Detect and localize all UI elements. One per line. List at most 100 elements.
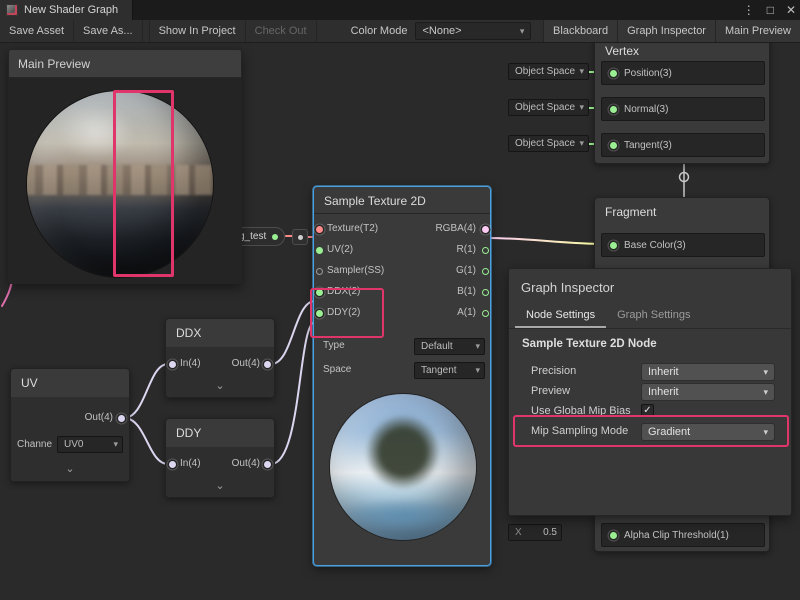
ddy-in-port[interactable] bbox=[169, 461, 176, 468]
position-label: Position(3) bbox=[624, 68, 672, 79]
main-preview-toggle[interactable]: Main Preview bbox=[715, 20, 800, 42]
show-in-project-label: Show In Project bbox=[159, 25, 236, 37]
position-port[interactable]: Position(3) bbox=[601, 61, 765, 85]
toolbar-toggles: Blackboard Graph Inspector Main Preview bbox=[543, 20, 800, 42]
vertex-node[interactable]: Vertex Position(3) Normal(3) Tangent(3) bbox=[594, 36, 770, 164]
edge-uv-to-ddy[interactable] bbox=[124, 418, 168, 464]
mip-mode-row: Mip Sampling Mode Gradient ▾ bbox=[509, 422, 791, 442]
uv-channel-dropdown[interactable]: UV0 ▾ bbox=[57, 436, 123, 453]
b-output-label: B(1) bbox=[457, 286, 476, 297]
sampler-input-port[interactable] bbox=[316, 268, 323, 275]
ddy-out-port[interactable] bbox=[264, 461, 271, 468]
ddy-input-port[interactable] bbox=[316, 310, 323, 317]
graph-inspector-title[interactable]: Graph Inspector bbox=[509, 269, 791, 304]
property-name: g_test bbox=[239, 231, 266, 242]
mip-mode-dropdown[interactable]: Gradient ▾ bbox=[641, 423, 775, 441]
position-space-dropdown[interactable]: Object Space ▾ bbox=[508, 63, 589, 80]
rgba-output-port[interactable] bbox=[482, 226, 489, 233]
uv-out-port[interactable] bbox=[118, 415, 125, 422]
alpha-component-label: X bbox=[515, 527, 522, 538]
base-color-dot-icon bbox=[610, 242, 617, 249]
space-label: Space bbox=[323, 364, 351, 375]
ddx-node[interactable]: DDX In(4) Out(4) ⌄ bbox=[165, 318, 275, 398]
mip-bias-row: Use Global Mip Bias ✓ bbox=[509, 402, 791, 422]
show-in-project-button[interactable]: Show In Project bbox=[149, 20, 246, 42]
a-output-port[interactable] bbox=[482, 310, 489, 317]
save-as-button[interactable]: Save As... bbox=[74, 20, 143, 42]
tangent-port[interactable]: Tangent(3) bbox=[601, 133, 765, 157]
precision-dropdown[interactable]: Inherit ▾ bbox=[641, 363, 775, 381]
ddx-collapse-chevron[interactable]: ⌄ bbox=[166, 379, 274, 393]
ddx-input-port[interactable] bbox=[316, 289, 323, 296]
ddx-node-title: DDX bbox=[166, 319, 274, 345]
b-output-port[interactable] bbox=[482, 289, 489, 296]
uv-node[interactable]: UV Out(4) Channe UV0 ▾ ⌄ bbox=[10, 368, 130, 482]
ddx-out-port[interactable] bbox=[264, 361, 271, 368]
edge-uv-to-ddx[interactable] bbox=[124, 364, 168, 418]
type-dropdown[interactable]: Default ▾ bbox=[414, 338, 485, 355]
preview-tree-shape bbox=[365, 414, 441, 490]
uv-input-port[interactable] bbox=[316, 247, 323, 254]
sample-texture-2d-node[interactable]: Sample Texture 2D Texture(T2) RGBA(4) UV… bbox=[313, 186, 491, 566]
check-out-button[interactable]: Check Out bbox=[246, 20, 317, 42]
mip-bias-checkbox[interactable]: ✓ bbox=[641, 404, 654, 417]
rgba-output-label: RGBA(4) bbox=[435, 223, 476, 234]
uv-port-row: UV(2) R(1) bbox=[314, 240, 490, 261]
g-output-label: G(1) bbox=[456, 265, 476, 276]
menu-icon[interactable]: ⋮ bbox=[743, 0, 755, 20]
property-port[interactable] bbox=[272, 234, 278, 240]
check-icon: ✓ bbox=[643, 405, 651, 416]
uv-collapse-chevron[interactable]: ⌄ bbox=[11, 462, 129, 476]
tab-graph-settings[interactable]: Graph Settings bbox=[606, 304, 701, 328]
r-output-port[interactable] bbox=[482, 247, 489, 254]
normal-port[interactable]: Normal(3) bbox=[601, 97, 765, 121]
color-mode-dropdown[interactable]: <None> ▾ bbox=[415, 22, 531, 40]
texture-input-port[interactable] bbox=[316, 226, 323, 233]
preview-glare bbox=[57, 104, 135, 160]
precision-label: Precision bbox=[531, 365, 576, 377]
precision-row: Precision Inherit ▾ bbox=[509, 362, 791, 382]
ddx-in-port[interactable] bbox=[169, 361, 176, 368]
texture-input-label: Texture(T2) bbox=[327, 223, 378, 234]
main-preview-header[interactable]: Main Preview bbox=[9, 50, 241, 78]
normal-dot-icon bbox=[610, 106, 617, 113]
preview-pond-shape bbox=[345, 499, 462, 531]
main-preview-label: Main Preview bbox=[725, 25, 791, 37]
main-preview-title: Main Preview bbox=[18, 57, 90, 71]
check-out-label: Check Out bbox=[255, 25, 307, 37]
base-color-port[interactable]: Base Color(3) bbox=[601, 233, 765, 257]
edge-ddx-to-sample[interactable] bbox=[271, 301, 315, 364]
alpha-clip-value-field[interactable]: X 0.5 bbox=[508, 524, 562, 541]
alpha-clip-port[interactable]: Alpha Clip Threshold(1) bbox=[601, 523, 765, 547]
ddy-collapse-chevron[interactable]: ⌄ bbox=[166, 479, 274, 493]
tangent-space-dropdown[interactable]: Object Space ▾ bbox=[508, 135, 589, 152]
chevron-down-icon: ▾ bbox=[579, 103, 584, 112]
blackboard-toggle[interactable]: Blackboard bbox=[543, 20, 617, 42]
edge-rgba-to-basecolor[interactable] bbox=[487, 238, 607, 244]
save-asset-button[interactable]: Save Asset bbox=[0, 20, 74, 42]
preview-dropdown[interactable]: Inherit ▾ bbox=[641, 383, 775, 401]
space-dropdown[interactable]: Tangent ▾ bbox=[414, 362, 485, 379]
position-space-value: Object Space bbox=[515, 66, 575, 77]
tab-node-settings[interactable]: Node Settings bbox=[515, 304, 606, 328]
a-output-label: A(1) bbox=[457, 307, 476, 318]
alpha-clip-dot-icon bbox=[610, 532, 617, 539]
shader-graph-tab[interactable]: New Shader Graph bbox=[0, 0, 133, 20]
color-mode-label: Color Mode bbox=[343, 20, 416, 42]
type-label: Type bbox=[323, 340, 345, 351]
close-icon[interactable]: ✕ bbox=[786, 0, 796, 20]
vertex-fragment-connector[interactable] bbox=[680, 173, 689, 182]
redirect-dot-icon bbox=[298, 235, 303, 240]
ddy-node[interactable]: DDY In(4) Out(4) ⌄ bbox=[165, 418, 275, 498]
chevron-down-icon: ▾ bbox=[475, 366, 480, 375]
redirect-node[interactable] bbox=[292, 229, 308, 245]
chevron-down-icon: ▾ bbox=[763, 428, 768, 437]
normal-space-dropdown[interactable]: Object Space ▾ bbox=[508, 99, 589, 116]
blackboard-label: Blackboard bbox=[553, 25, 608, 37]
maximize-icon[interactable]: □ bbox=[767, 0, 774, 20]
edge-ddy-to-sample[interactable] bbox=[271, 322, 315, 464]
main-preview-body bbox=[9, 78, 241, 284]
graph-inspector-toggle[interactable]: Graph Inspector bbox=[617, 20, 715, 42]
preview-buildings-reflection bbox=[27, 165, 213, 195]
g-output-port[interactable] bbox=[482, 268, 489, 275]
